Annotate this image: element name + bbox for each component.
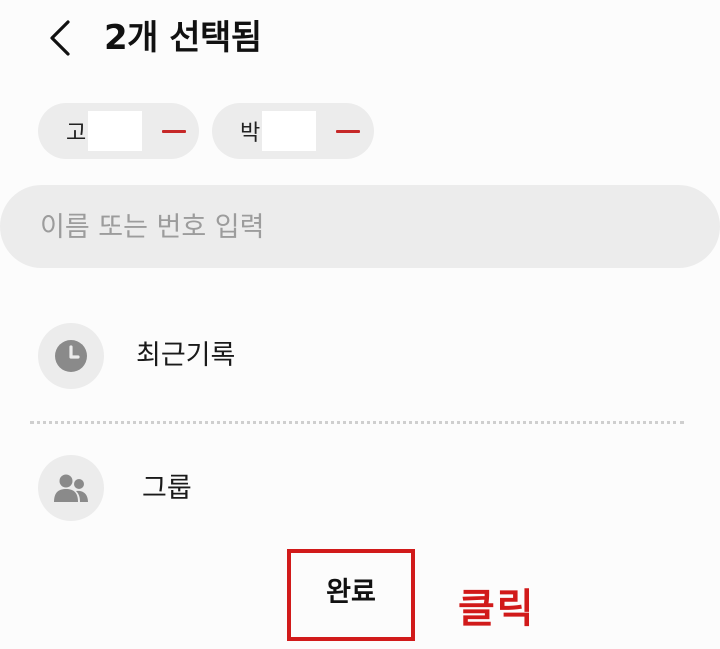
- clock-icon: [55, 340, 87, 372]
- chevron-left-icon: [50, 20, 70, 56]
- minus-icon[interactable]: [336, 129, 361, 133]
- redacted-name-mask: [88, 111, 143, 151]
- back-button[interactable]: [40, 18, 80, 58]
- divider: [30, 421, 684, 424]
- search-bar[interactable]: [0, 185, 720, 268]
- people-icon: [54, 474, 88, 502]
- chip-name: 고: [66, 121, 87, 146]
- selected-chip[interactable]: 박: [212, 103, 374, 159]
- done-button[interactable]: 완료: [287, 549, 415, 641]
- list-item-label: 최근기록: [136, 340, 236, 371]
- minus-icon[interactable]: [162, 129, 187, 133]
- people-icon-badge: [38, 455, 104, 521]
- page-title: 2개 선택됨: [104, 18, 262, 58]
- chip-name: 박: [240, 121, 261, 146]
- header-bar: 2개 선택됨: [0, 0, 720, 80]
- clock-icon-badge: [38, 323, 104, 389]
- search-input[interactable]: [38, 205, 682, 249]
- redacted-name-mask: [262, 111, 317, 151]
- list-item-recent[interactable]: 최근기록: [0, 315, 720, 399]
- done-button-label: 완료: [326, 576, 376, 608]
- selected-chip[interactable]: 고: [38, 103, 199, 159]
- click-annotation: 클릭: [458, 586, 536, 632]
- list-item-groups[interactable]: 그룹: [0, 447, 720, 531]
- list-item-label: 그룹: [142, 473, 192, 504]
